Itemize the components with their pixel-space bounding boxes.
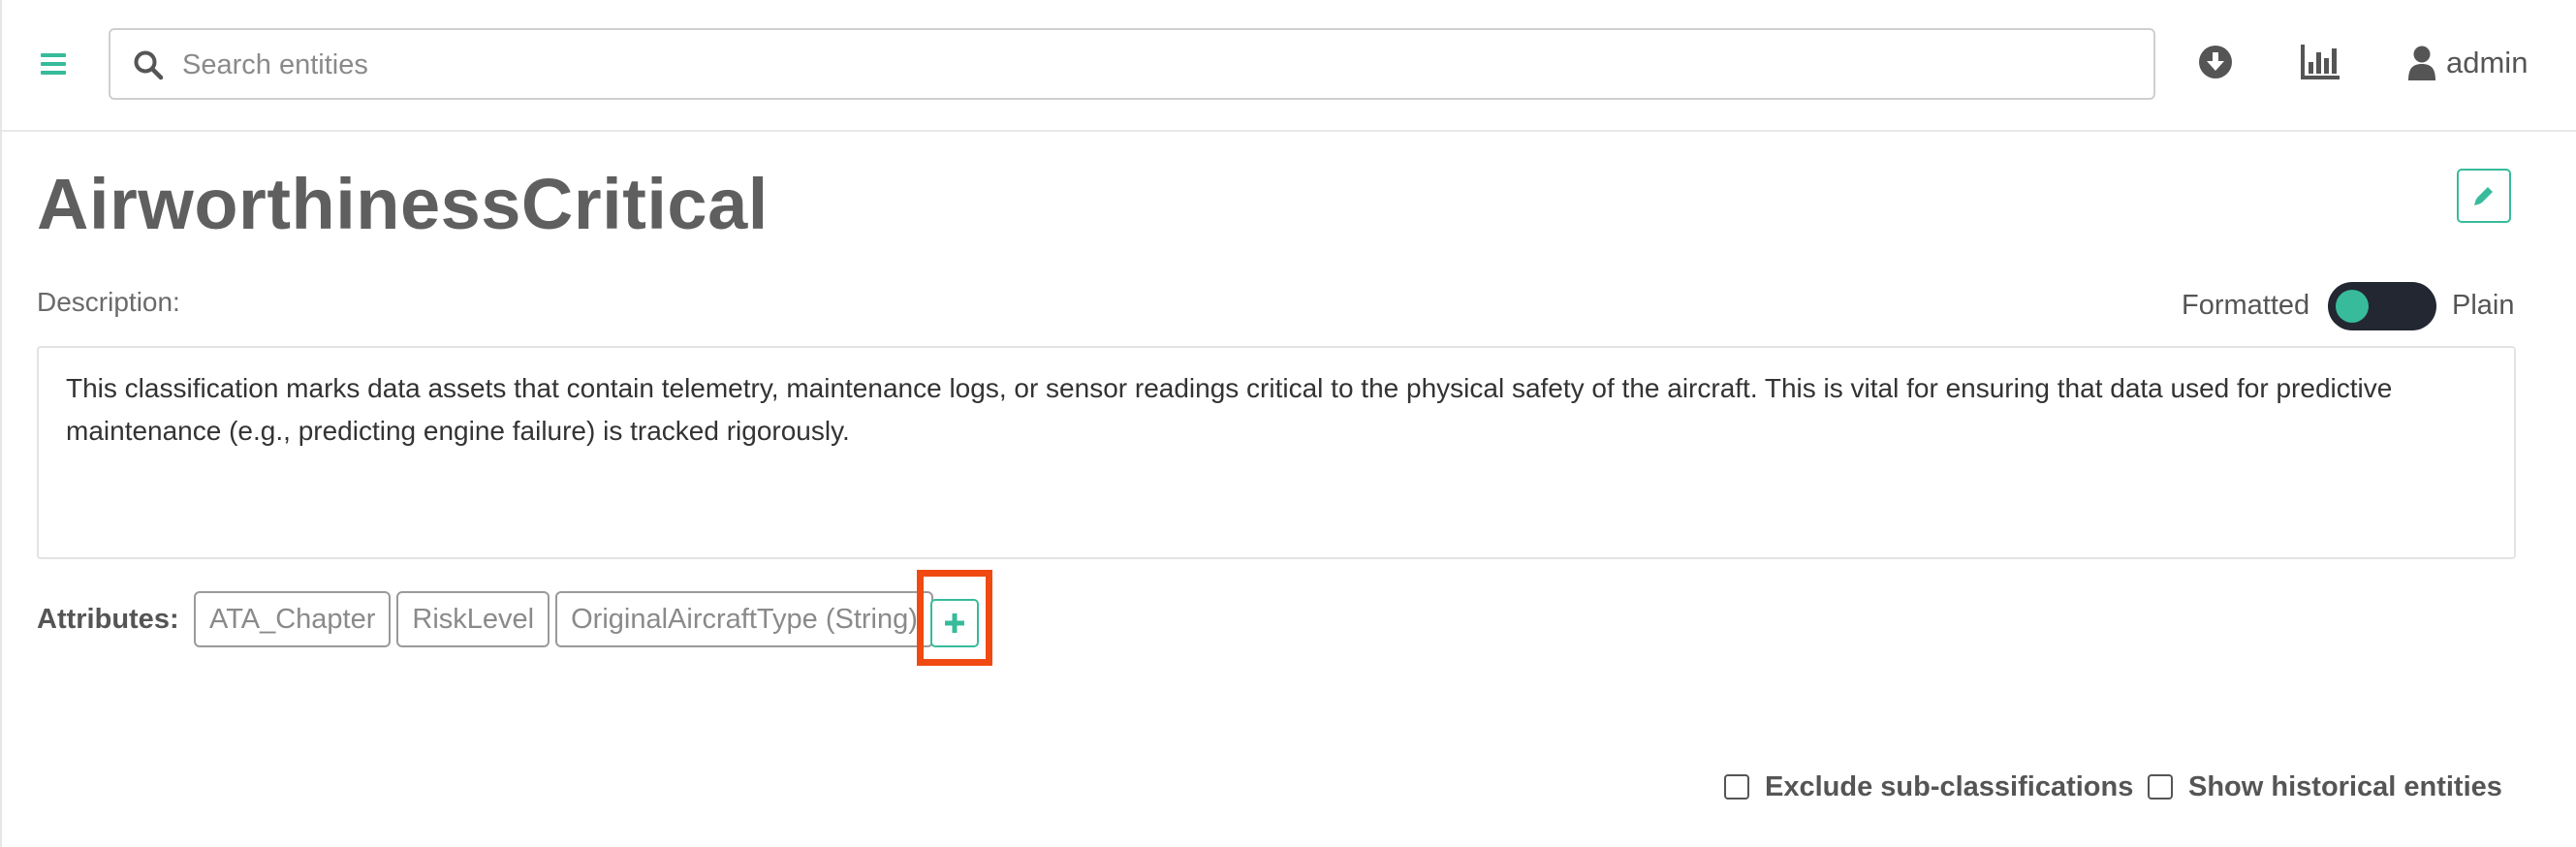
show-historical-label: Show historical entities xyxy=(2188,770,2502,802)
attribute-tag[interactable]: RiskLevel xyxy=(396,591,550,647)
exclude-sub-checkbox[interactable] xyxy=(1724,774,1749,800)
classification-detail-page: admin AirworthinessCritical Description:… xyxy=(0,0,2576,847)
attribute-tag[interactable]: ATA_Chapter xyxy=(194,591,392,647)
bar-chart-icon[interactable] xyxy=(2299,43,2341,81)
classification-title: AirworthinessCritical xyxy=(37,164,769,244)
search-input[interactable] xyxy=(180,38,2132,92)
attribute-tags: ATA_Chapter RiskLevel OriginalAircraftTy… xyxy=(194,591,939,647)
highlight-box xyxy=(917,570,992,666)
top-header: admin xyxy=(2,0,2576,132)
show-historical-checkbox[interactable] xyxy=(2148,774,2173,800)
description-label: Description: xyxy=(37,287,180,317)
search-icon xyxy=(132,48,165,81)
formatted-label: Formatted xyxy=(2182,290,2310,321)
attribute-tag[interactable]: OriginalAircraftType (String) xyxy=(555,591,933,647)
description-box: This classification marks data assets th… xyxy=(37,346,2516,559)
user-menu[interactable]: admin xyxy=(2407,39,2528,87)
attributes-label: Attributes: xyxy=(37,604,179,635)
toggle-knob xyxy=(2336,290,2369,323)
edit-button[interactable] xyxy=(2457,169,2511,223)
show-historical-entities-option[interactable]: Show historical entities xyxy=(2148,769,2502,804)
user-name: admin xyxy=(2446,46,2529,79)
format-toggle[interactable] xyxy=(2328,282,2436,330)
download-circle-icon[interactable] xyxy=(2197,44,2234,80)
exclude-sub-label: Exclude sub-classifications xyxy=(1765,770,2134,802)
plain-label: Plain xyxy=(2452,290,2515,321)
hamburger-icon[interactable] xyxy=(37,47,72,81)
user-icon xyxy=(2407,45,2436,81)
exclude-sub-classifications-option[interactable]: Exclude sub-classifications xyxy=(1724,769,2133,804)
search-bar[interactable] xyxy=(109,28,2155,100)
add-attribute-button[interactable] xyxy=(930,599,979,647)
